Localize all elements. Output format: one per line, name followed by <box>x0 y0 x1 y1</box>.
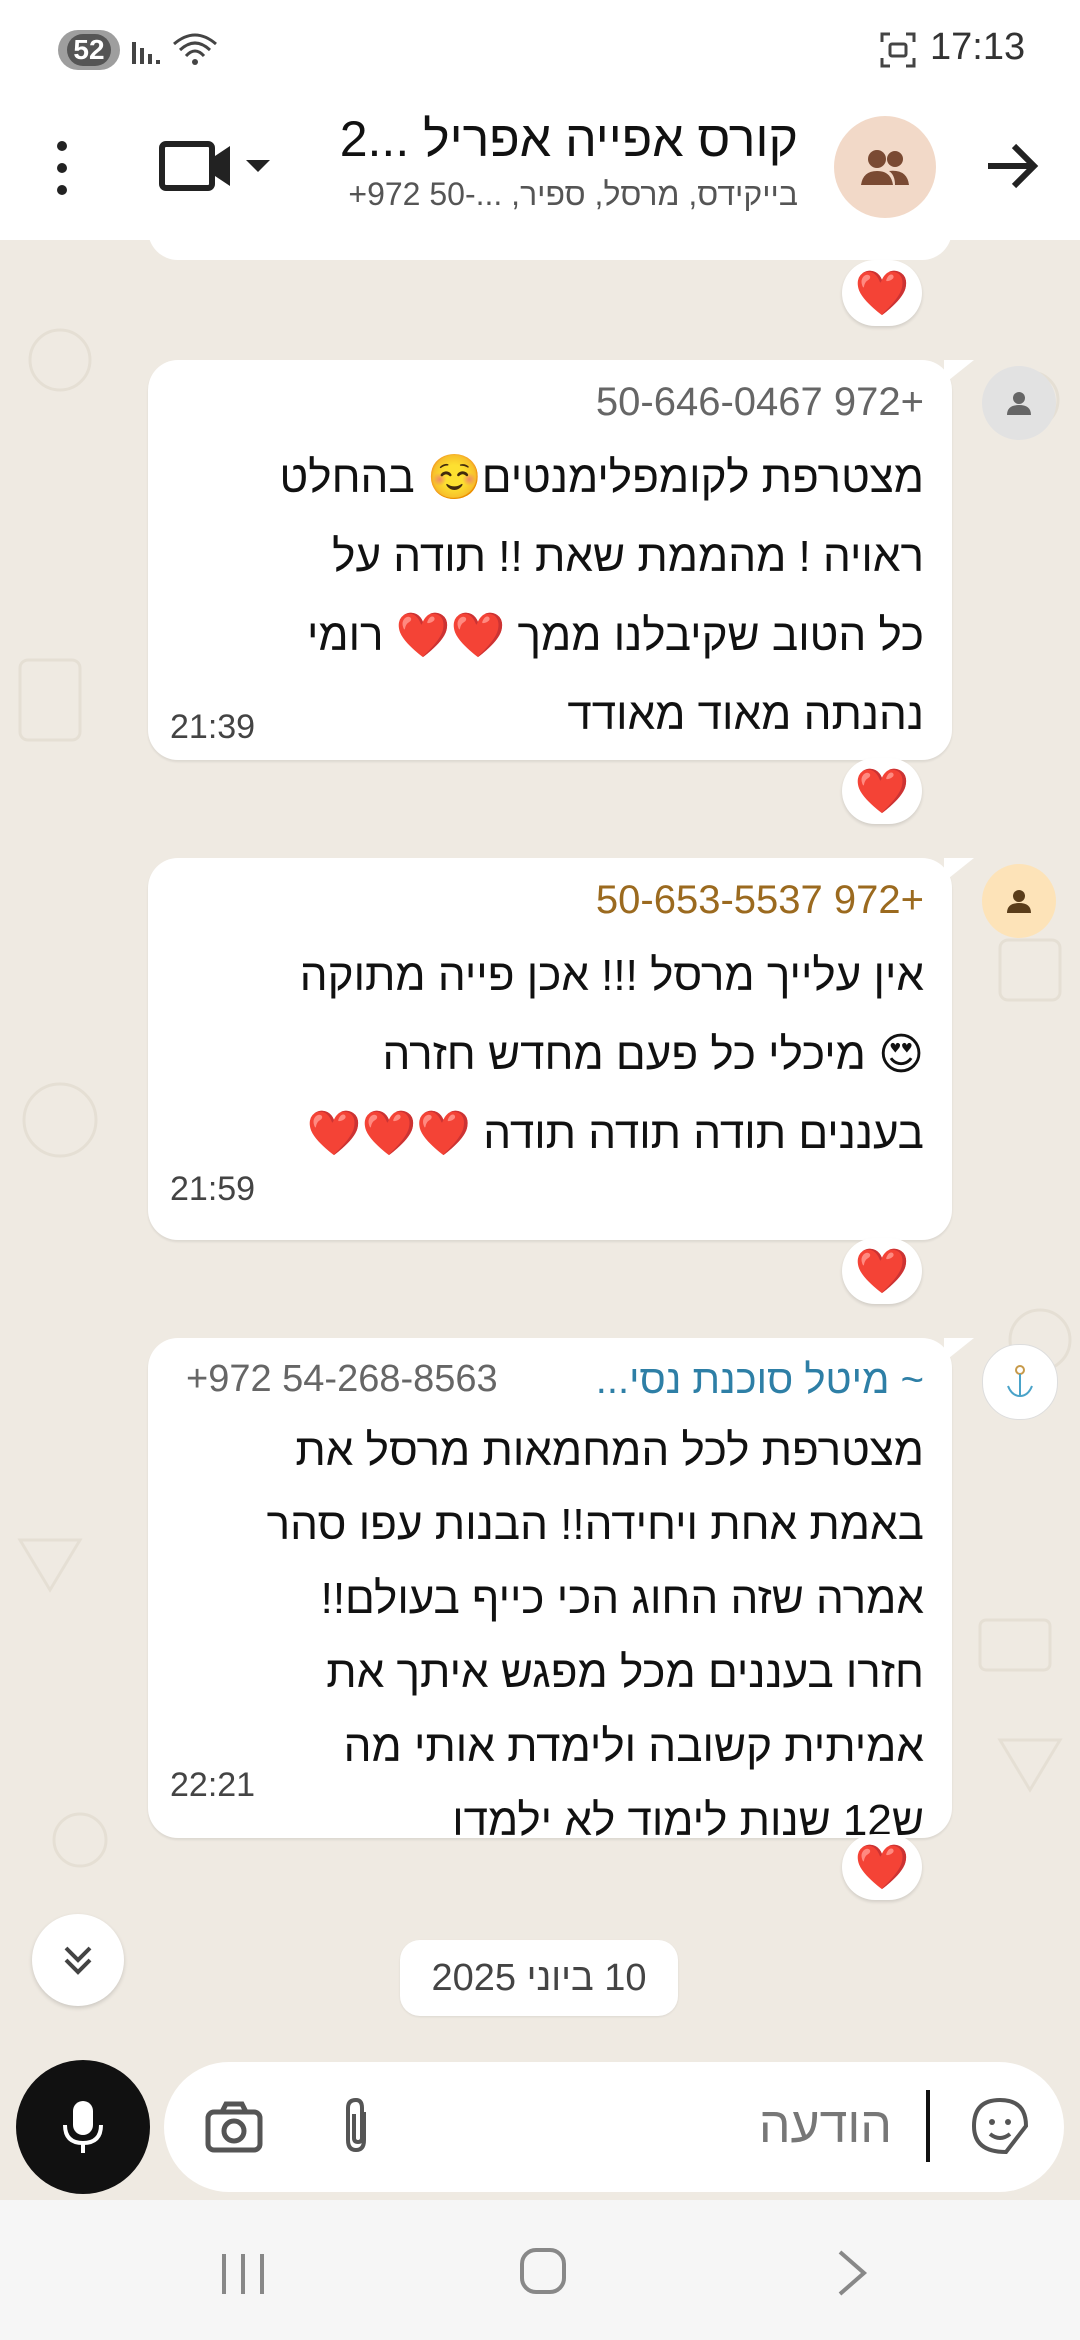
group-participants[interactable]: בייקידס, מרסל, ספיר, ...-50 972+ <box>348 176 798 213</box>
home-icon[interactable] <box>518 2246 568 2296</box>
more-options-icon[interactable] <box>44 136 80 200</box>
sender-name[interactable]: ~ מיטל סוכנת נסי... <box>596 1358 924 1403</box>
person-icon <box>1007 890 1031 913</box>
camera-icon[interactable] <box>204 2100 264 2154</box>
message-input[interactable]: הודעה <box>164 2062 1064 2192</box>
video-call-icon[interactable] <box>158 138 274 194</box>
signal-icon <box>132 42 160 64</box>
scroll-to-bottom-button[interactable] <box>32 1914 124 2006</box>
attach-icon[interactable] <box>334 2096 378 2156</box>
composer-bar: הודעה <box>0 2060 1080 2200</box>
chat-area[interactable]: ❤️ +972 50-646-0467 מצטרפת לקומפלימנטים☺… <box>0 240 1080 2060</box>
reaction-badge[interactable]: ❤️ <box>842 260 922 326</box>
back-arrow-icon[interactable] <box>984 138 1040 194</box>
message-time: 21:39 <box>170 708 256 746</box>
clock: 17:13 <box>930 26 1026 68</box>
message-time: 22:21 <box>170 1766 256 1804</box>
screen-record-icon <box>880 32 916 68</box>
sender-avatar[interactable] <box>982 1344 1058 1420</box>
message-time: 21:59 <box>170 1170 256 1208</box>
sender-avatar[interactable] <box>982 864 1056 938</box>
text-cursor <box>926 2090 930 2162</box>
reaction-badge[interactable]: ❤️ <box>842 1834 922 1900</box>
date-separator: 10 ביוני 2025 <box>400 1940 678 2016</box>
previous-message-edge <box>148 240 952 260</box>
bubble-tail <box>944 360 974 384</box>
system-navigation-bar <box>0 2200 1080 2340</box>
message-text: מצטרפת לקומפלימנטים☺️ בהחלט ראויה ! מהממת… <box>279 453 924 739</box>
group-avatar[interactable] <box>834 116 936 218</box>
group-title[interactable]: קורס אפייה אפריל ...2 <box>340 110 798 168</box>
message-placeholder: הודעה <box>758 2097 892 2153</box>
message-text: אין עלייך מרסל !!! אכן פייה מתוקה 😍 מיכלי… <box>299 951 924 1158</box>
microphone-icon <box>63 2101 103 2153</box>
bubble-tail <box>944 1338 974 1362</box>
chat-header: קורס אפייה אפריל ...2 בייקידס, מרסל, ספי… <box>0 100 1080 241</box>
sticker-emoji-icon[interactable] <box>970 2096 1030 2156</box>
double-chevron-down-icon <box>64 1946 92 1975</box>
group-icon <box>861 150 909 185</box>
message-bubble[interactable]: +972 50-653-5537 אין עלייך מרסל !!! אכן … <box>148 858 974 1240</box>
recent-apps-icon[interactable] <box>218 2252 268 2296</box>
notification-count-badge: 52 <box>58 30 120 70</box>
bubble-tail <box>944 858 974 882</box>
nav-back-icon[interactable] <box>832 2248 872 2298</box>
message-bubble[interactable]: +972 50-646-0467 מצטרפת לקומפלימנטים☺️ ב… <box>148 360 974 760</box>
status-bar: 52 17:13 <box>0 0 1080 100</box>
voice-record-button[interactable] <box>16 2060 150 2194</box>
wifi-icon <box>173 33 217 65</box>
sender-avatar[interactable] <box>982 366 1056 440</box>
person-icon <box>1007 392 1031 415</box>
sender-phone: +972 54-268-8563 <box>186 1358 498 1400</box>
sender-name[interactable]: +972 50-653-5537 <box>596 878 924 923</box>
message-text: מצטרפת לכל המחמאות מרסל את באמת אחת ויחיד… <box>266 1426 924 1845</box>
reaction-badge[interactable]: ❤️ <box>842 1238 922 1304</box>
message-bubble[interactable]: ~ מיטל סוכנת נסי... +972 54-268-8563 מצט… <box>148 1338 974 1845</box>
reaction-badge[interactable]: ❤️ <box>842 758 922 824</box>
anchor-logo-icon <box>1007 1365 1033 1398</box>
sender-name[interactable]: +972 50-646-0467 <box>596 380 924 425</box>
